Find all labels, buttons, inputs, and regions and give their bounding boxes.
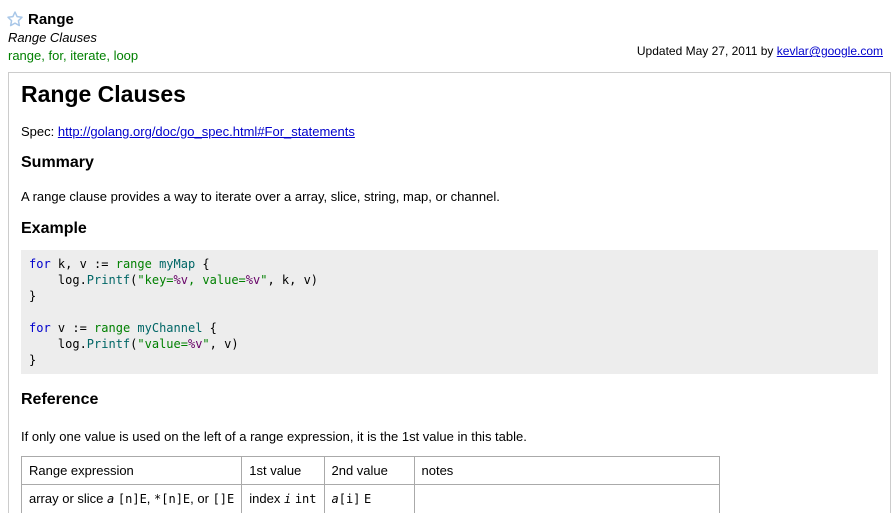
code-token: range xyxy=(116,257,152,271)
column-header: Range expression xyxy=(22,457,242,485)
cell-code: [n]E xyxy=(118,492,147,506)
wiki-header: Range Range Clauses range, for, iterate,… xyxy=(0,0,891,72)
author-email-link[interactable]: kevlar@google.com xyxy=(777,44,883,58)
table-header-row: Range expression1st value2nd valuenotes xyxy=(22,457,720,485)
reference-heading: Reference xyxy=(21,390,878,409)
cell-code: []E xyxy=(213,492,235,506)
table-cell: array or slice a [n]E, *[n]E, or []E xyxy=(22,485,242,513)
table-cell xyxy=(414,485,719,513)
wiki-content-box: Range Clauses Spec: http://golang.org/do… xyxy=(8,72,891,513)
spec-link[interactable]: http://golang.org/doc/go_spec.html#For_s… xyxy=(58,124,355,139)
code-token: Printf xyxy=(87,273,130,287)
example-heading: Example xyxy=(21,219,878,238)
label-link-for[interactable]: for xyxy=(48,48,62,63)
summary-text: A range clause provides a way to iterate… xyxy=(21,189,878,205)
code-token: , k, v) xyxy=(267,273,318,287)
code-token: k, v := xyxy=(51,257,116,271)
column-header: 1st value xyxy=(242,457,324,485)
wiki-subtitle: Range Clauses xyxy=(8,30,883,45)
summary-heading: Summary xyxy=(21,153,878,172)
code-token: "key= xyxy=(137,273,173,287)
spec-line: Spec: http://golang.org/doc/go_spec.html… xyxy=(21,124,878,140)
code-token: { xyxy=(195,257,209,271)
star-icon[interactable] xyxy=(6,10,24,28)
code-token: { xyxy=(202,321,216,335)
code-token: } xyxy=(29,353,36,367)
cell-code: a xyxy=(332,492,339,506)
label-link-range[interactable]: range xyxy=(8,48,41,63)
column-header: 2nd value xyxy=(324,457,414,485)
table-cell: index i int xyxy=(242,485,324,513)
reference-text: If only one value is used on the left of… xyxy=(21,429,878,445)
code-token: v := xyxy=(51,321,94,335)
code-token: "value= xyxy=(137,337,188,351)
code-token: for xyxy=(29,257,51,271)
code-token: %v xyxy=(174,273,188,287)
label-link-iterate[interactable]: iterate xyxy=(70,48,106,63)
code-token: , v) xyxy=(210,337,239,351)
wiki-title: Range xyxy=(28,11,74,28)
label-link-loop[interactable]: loop xyxy=(114,48,139,63)
code-token: } xyxy=(29,289,36,303)
code-token: log. xyxy=(29,273,87,287)
cell-code: E xyxy=(364,492,371,506)
cell-text: , xyxy=(147,491,154,506)
cell-code: [i] xyxy=(339,492,361,506)
cell-text: array or slice xyxy=(29,491,107,506)
cell-text: index xyxy=(249,491,284,506)
code-token: , value= xyxy=(188,273,246,287)
code-example: for k, v := range myMap { log.Printf("ke… xyxy=(21,250,878,374)
reference-table: Range expression1st value2nd valuenotesa… xyxy=(21,456,720,513)
wiki-title-row: Range xyxy=(6,10,883,28)
updated-info: Updated May 27, 2011 by kevlar@google.co… xyxy=(637,44,883,58)
spec-label: Spec: xyxy=(21,124,58,139)
cell-code: int xyxy=(295,492,317,506)
code-token: for xyxy=(29,321,51,335)
code-token: %v xyxy=(246,273,260,287)
cell-text: , or xyxy=(190,491,212,506)
code-token: log. xyxy=(29,337,87,351)
code-token: myMap xyxy=(159,257,195,271)
table-cell: a[i] E xyxy=(324,485,414,513)
code-token: " xyxy=(202,337,209,351)
page-title: Range Clauses xyxy=(21,80,878,108)
cell-code: *[n]E xyxy=(154,492,190,506)
code-token: range xyxy=(94,321,130,335)
code-token xyxy=(152,257,159,271)
code-token: %v xyxy=(188,337,202,351)
code-token: myChannel xyxy=(137,321,202,335)
wiki-page: Range Range Clauses range, for, iterate,… xyxy=(0,0,891,513)
updated-text: Updated May 27, 2011 by xyxy=(637,44,777,58)
table-row: array or slice a [n]E, *[n]E, or []E inde… xyxy=(22,485,720,513)
code-token: Printf xyxy=(87,337,130,351)
column-header: notes xyxy=(414,457,719,485)
